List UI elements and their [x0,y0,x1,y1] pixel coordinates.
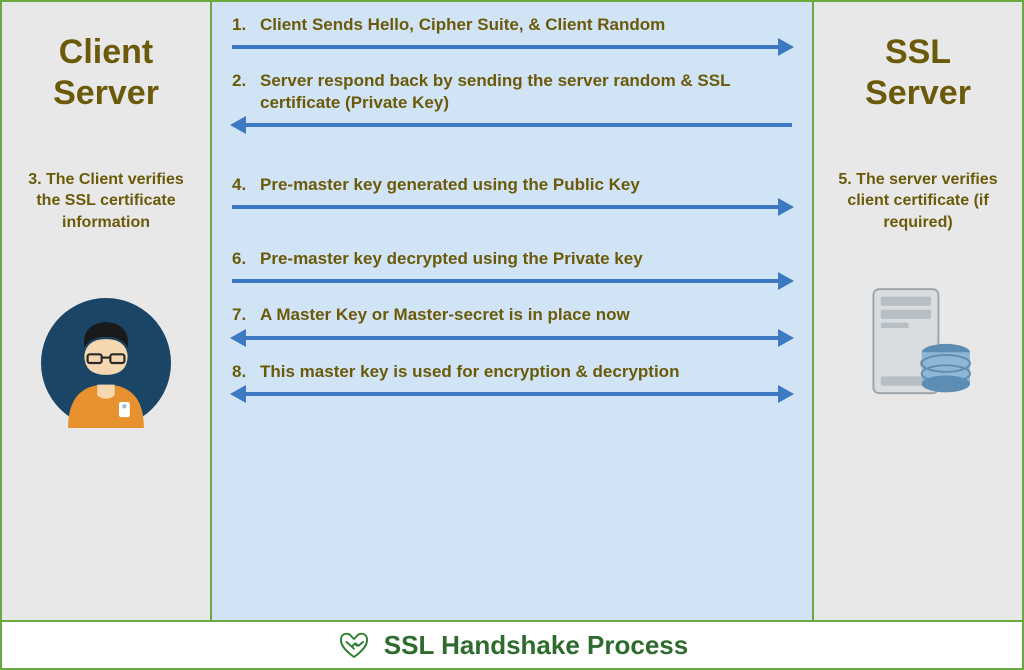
step-8-label: This master key is used for encryption &… [260,361,792,383]
client-title-line2: Server [53,73,159,114]
step-2-text: 2. Server respond back by sending the se… [232,70,792,114]
step-4-text: 4. Pre-master key generated using the Pu… [232,174,792,196]
server-column: SSL Server 5. The server verifies client… [812,2,1022,620]
arrow-left-icon [232,118,792,132]
client-note: 3. The Client verifies the SSL certifica… [10,169,202,234]
main-row: Client Server 3. The Client verifies the… [2,2,1022,620]
client-column: Client Server 3. The Client verifies the… [2,2,212,620]
step-1-label: Client Sends Hello, Cipher Suite, & Clie… [260,14,792,36]
server-note: 5. The server verifies client certificat… [822,169,1014,234]
step-1: 1. Client Sends Hello, Cipher Suite, & C… [232,14,792,64]
step-2-label: Server respond back by sending the serve… [260,70,792,114]
step-1-text: 1. Client Sends Hello, Cipher Suite, & C… [232,14,792,36]
arrow-both-icon [232,331,792,345]
step-4-num: 4. [232,174,260,196]
client-avatar-icon [41,298,171,428]
step-1-num: 1. [232,14,260,36]
step-7-label: A Master Key or Master-secret is in plac… [260,304,792,326]
spacer [232,148,792,174]
step-8-text: 8. This master key is used for encryptio… [232,361,792,383]
steps-column: 1. Client Sends Hello, Cipher Suite, & C… [212,2,812,620]
footer: SSL Handshake Process [2,620,1022,668]
step-2-num: 2. [232,70,260,114]
spacer [232,230,792,248]
footer-title: SSL Handshake Process [384,630,688,661]
arrow-right-icon [232,40,792,54]
step-8: 8. This master key is used for encryptio… [232,361,792,411]
step-6: 6. Pre-master key decrypted using the Pr… [232,248,792,298]
arrow-both-icon [232,387,792,401]
step-2: 2. Server respond back by sending the se… [232,70,792,142]
diagram-container: Client Server 3. The Client verifies the… [0,0,1024,670]
step-8-num: 8. [232,361,260,383]
step-6-num: 6. [232,248,260,270]
server-title-line1: SSL [865,32,971,73]
server-title-line2: Server [865,73,971,114]
step-7: 7. A Master Key or Master-secret is in p… [232,304,792,354]
server-title: SSL Server [865,32,971,114]
step-6-label: Pre-master key decrypted using the Priva… [260,248,792,270]
step-7-text: 7. A Master Key or Master-secret is in p… [232,304,792,326]
server-tower-icon [853,278,983,408]
step-7-num: 7. [232,304,260,326]
client-title: Client Server [53,32,159,114]
step-4: 4. Pre-master key generated using the Pu… [232,174,792,224]
step-4-label: Pre-master key generated using the Publi… [260,174,792,196]
handshake-heart-icon [336,627,372,663]
arrow-right-icon [232,274,792,288]
client-title-line1: Client [53,32,159,73]
step-6-text: 6. Pre-master key decrypted using the Pr… [232,248,792,270]
arrow-right-icon [232,200,792,214]
